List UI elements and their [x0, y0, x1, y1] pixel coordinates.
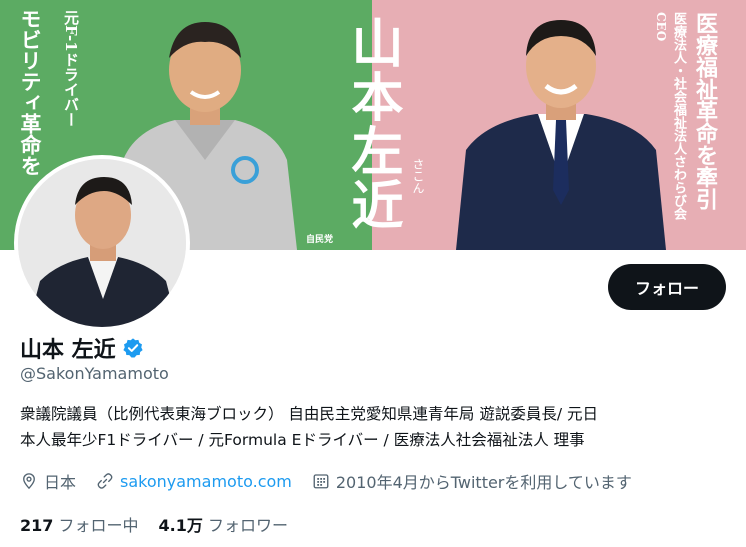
follow-button[interactable]: フォロー	[608, 264, 726, 310]
bio-line: 衆議院議員（比例代表東海ブロック） 自由民主党愛知県連青年局 遊説委員長/ 元日	[20, 405, 599, 423]
following-count: 217	[20, 516, 54, 535]
profile-meta: 日本 sakonyamamoto.com 2010年4月からTwitterを利用…	[20, 469, 652, 493]
link-icon	[97, 473, 113, 489]
avatar-photo	[18, 159, 186, 327]
avatar-portrait-icon	[18, 159, 186, 327]
banner-slogan-medical: 医療福祉革命を牽引	[692, 12, 718, 210]
banner-party-mark: 自民党	[306, 235, 334, 245]
profile-bio: 衆議院議員（比例代表東海ブロック） 自由民主党愛知県連青年局 遊説委員長/ 元日…	[20, 401, 730, 453]
location-item: 日本	[20, 469, 76, 493]
followers-count: 4.1万	[158, 516, 203, 535]
banner-slogan-mobility: モビリティ革命を	[18, 8, 43, 176]
banner-person-suit-photo	[456, 20, 666, 250]
avatar[interactable]	[14, 155, 190, 331]
banner-name-kana: さこん	[411, 158, 425, 194]
joined-item: 2010年4月からTwitterを利用しています	[312, 469, 632, 493]
location-text: 日本	[44, 473, 77, 492]
banner-role: CEO	[654, 12, 668, 42]
following-label: フォロー中	[58, 516, 139, 535]
followers-label: フォロワー	[207, 516, 288, 535]
verified-badge-icon[interactable]	[122, 337, 144, 359]
display-name: 山本 左近	[20, 338, 116, 363]
banner-name: 山本左近	[342, 16, 403, 232]
calendar-icon	[313, 474, 329, 489]
website-link[interactable]: sakonyamamoto.com	[120, 472, 292, 491]
joined-text: 2010年4月からTwitterを利用しています	[335, 473, 632, 492]
following-link[interactable]: 217 フォロー中	[20, 512, 139, 536]
location-pin-icon	[23, 473, 35, 490]
website-item[interactable]: sakonyamamoto.com	[96, 472, 292, 491]
banner-org-name: 医療法人・社会福祉法人さわらび会	[671, 12, 686, 220]
bio-line: 本人最年少F1ドライバー / 元Formula Eドライバー / 医療法人社会福…	[20, 431, 585, 449]
banner-slogan-former-f1: 元F-1ドライバー	[62, 10, 80, 127]
followers-link[interactable]: 4.1万 フォロワー	[159, 512, 288, 536]
user-handle: @SakonYamamoto	[20, 364, 169, 383]
profile-stats: 217 フォロー中 4.1万 フォロワー	[20, 512, 308, 536]
display-name-row: 山本 左近	[20, 332, 144, 364]
